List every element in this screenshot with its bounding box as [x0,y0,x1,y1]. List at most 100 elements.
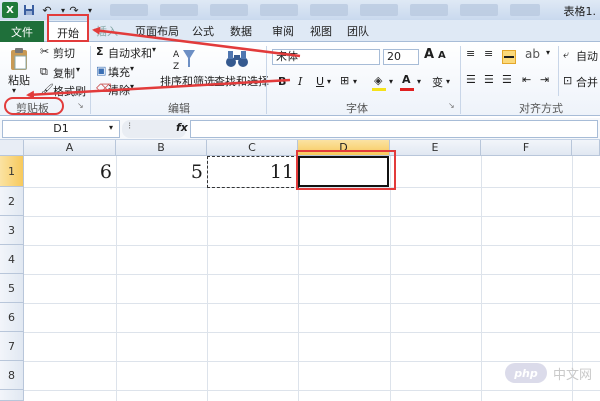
name-box-dropdown-icon[interactable]: ▾ [109,123,113,132]
font-size-field[interactable]: 20 [383,49,419,65]
decrease-indent-icon[interactable]: ⇤ [522,73,531,86]
blurred-area [310,4,348,16]
excel-logo-icon[interactable]: X [2,2,18,18]
column-header-next[interactable] [572,140,600,156]
paste-icon[interactable] [8,46,30,72]
row-header-1[interactable]: 1 [0,156,24,187]
fill-button[interactable]: 填充 [108,64,130,80]
clear-dropdown-icon[interactable]: ▾ [130,82,134,91]
align-center-icon[interactable]: ☰ [484,73,494,86]
borders-icon[interactable]: ⊞ [340,74,349,87]
gridline [116,156,117,401]
row-header-2[interactable]: 2 [0,187,24,216]
blurred-area [510,4,540,16]
name-box[interactable]: D1 [2,120,120,138]
fill-color-icon[interactable]: ◈ [374,74,382,87]
shrink-font-icon[interactable]: A [438,50,446,61]
copy-button[interactable]: 复制 [53,65,75,81]
autosum-icon[interactable]: Σ [96,45,104,58]
wrap-text-button[interactable]: 自动 [576,48,598,64]
align-right-icon[interactable]: ☰ [502,73,512,86]
font-launcher-icon[interactable]: ↘ [448,101,455,110]
column-header-c[interactable]: C [207,140,298,156]
fill-dropdown-icon[interactable]: ▾ [130,64,134,73]
copy-icon[interactable]: ⧉ [40,65,48,79]
sort-filter-button[interactable]: 排序和筛选 [160,73,215,89]
borders-dropdown-icon[interactable]: ▾ [353,77,357,86]
column-header-b[interactable]: B [116,140,207,156]
tab-data[interactable]: 数据 [230,23,252,39]
row-header-3[interactable]: 3 [0,216,24,245]
fill-color-dropdown-icon[interactable]: ▾ [389,77,393,86]
orientation-icon[interactable]: ab [525,47,540,61]
gridline [24,390,600,391]
fill-color-swatch [372,88,386,91]
underline-button[interactable]: U [316,75,324,88]
tab-view[interactable]: 视图 [310,23,332,39]
format-painter-icon[interactable]: 🖌 [40,83,54,96]
tab-formulas[interactable]: 公式 [192,23,214,39]
gridline [481,156,482,401]
worksheet-grid[interactable]: A B C D E F 1 2 3 4 5 6 7 8 6 5 11 [0,140,600,401]
clear-button[interactable]: 清除 [108,82,130,98]
align-top-icon[interactable]: ≡ [466,47,475,60]
find-select-button[interactable]: 查找和选择 [214,73,269,89]
formula-input[interactable] [190,120,598,138]
group-separator [558,46,559,96]
row-header-5[interactable]: 5 [0,274,24,303]
editing-group-label: 编辑 [168,102,190,115]
save-icon[interactable] [21,2,37,18]
tab-team[interactable]: 团队 [347,23,369,39]
column-header-f[interactable]: F [481,140,572,156]
svg-text:A: A [173,50,180,60]
wrap-align-icon[interactable] [502,50,516,64]
row-header-4[interactable]: 4 [0,245,24,274]
merge-icon[interactable]: ⊡ [563,74,572,87]
gridline [24,332,600,333]
increase-indent-icon[interactable]: ⇥ [540,73,549,86]
merge-button[interactable]: 合并 [576,74,598,90]
font-name-field[interactable]: 宋体 [272,49,380,65]
fill-icon[interactable]: ▣ [96,64,106,77]
align-left-icon[interactable]: ☰ [466,73,476,86]
clipboard-launcher-icon[interactable]: ↘ [77,101,84,110]
phonetic-button[interactable]: 变 [432,74,443,90]
cut-button[interactable]: 剪切 [53,45,75,61]
underline-dropdown-icon[interactable]: ▾ [327,77,331,86]
autosum-dropdown-icon[interactable]: ▾ [152,45,156,54]
copy-dropdown-icon[interactable]: ▾ [76,65,80,74]
select-all-corner[interactable] [0,140,24,156]
paste-dropdown-icon[interactable]: ▾ [12,86,16,95]
tab-insert[interactable]: 插入 [96,23,118,39]
row-header-8[interactable]: 8 [0,361,24,390]
font-color-button[interactable]: A [402,73,411,86]
column-header-e[interactable]: E [390,140,481,156]
scissors-icon[interactable]: ✂ [40,45,49,58]
font-color-dropdown-icon[interactable]: ▾ [417,77,421,86]
gridline [24,216,600,217]
italic-button[interactable]: I [298,75,302,88]
tab-page-layout[interactable]: 页面布局 [135,23,179,39]
row-header-7[interactable]: 7 [0,332,24,361]
gridline [390,156,391,401]
align-middle-icon[interactable]: ≡ [484,47,493,60]
font-group-label: 字体 [346,102,368,115]
column-header-a[interactable]: A [24,140,116,156]
orientation-dropdown-icon[interactable]: ▾ [546,48,550,57]
autosum-button[interactable]: 自动求和 [108,45,152,61]
bold-button[interactable]: B [278,75,286,88]
watermark-logo: php [504,363,547,383]
insert-function-button[interactable]: fx [176,121,188,134]
phonetic-dropdown-icon[interactable]: ▾ [446,77,450,86]
blurred-area [260,4,298,16]
cell-a1[interactable]: 6 [24,157,116,187]
grow-font-icon[interactable]: A [424,47,434,62]
cell-b1[interactable]: 5 [116,157,207,187]
row-header-9[interactable] [0,390,24,401]
tab-review[interactable]: 审阅 [272,23,294,39]
wrap-text-icon[interactable]: ⤶ [563,48,569,62]
tab-file[interactable]: 文件 [0,21,44,42]
row-header-6[interactable]: 6 [0,303,24,332]
sort-filter-icon[interactable]: AZ [172,46,196,72]
binoculars-icon[interactable] [224,46,250,72]
